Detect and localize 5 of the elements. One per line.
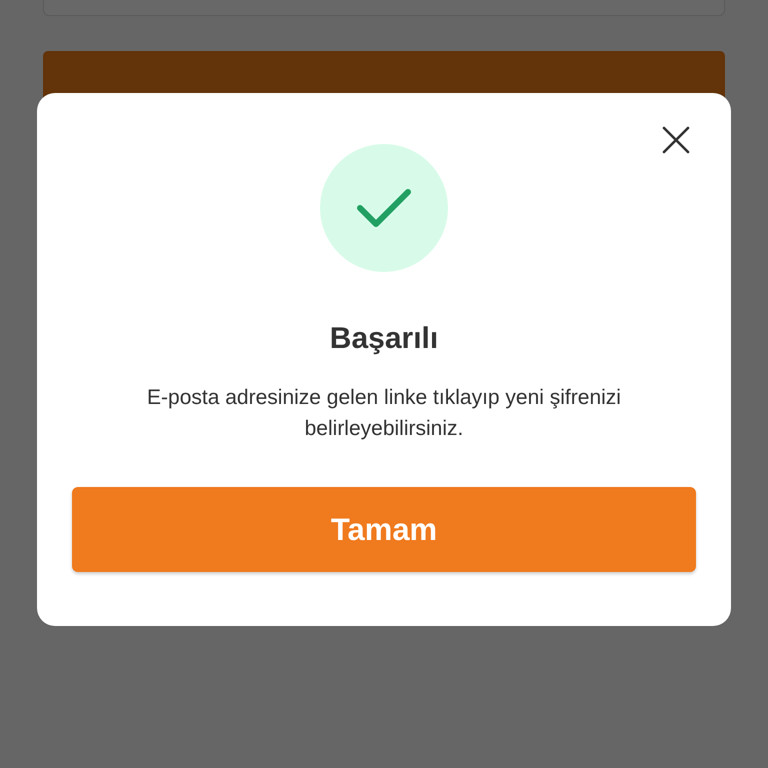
close-icon[interactable] [662, 126, 690, 154]
confirm-button[interactable]: Tamam [72, 487, 696, 572]
checkmark-icon [320, 144, 448, 272]
dialog-title: Başarılı [330, 322, 438, 356]
dialog-message: E-posta adresinize gelen linke tıklayıp yeni şifrenizi belirleyebilirsiniz. [146, 385, 622, 442]
